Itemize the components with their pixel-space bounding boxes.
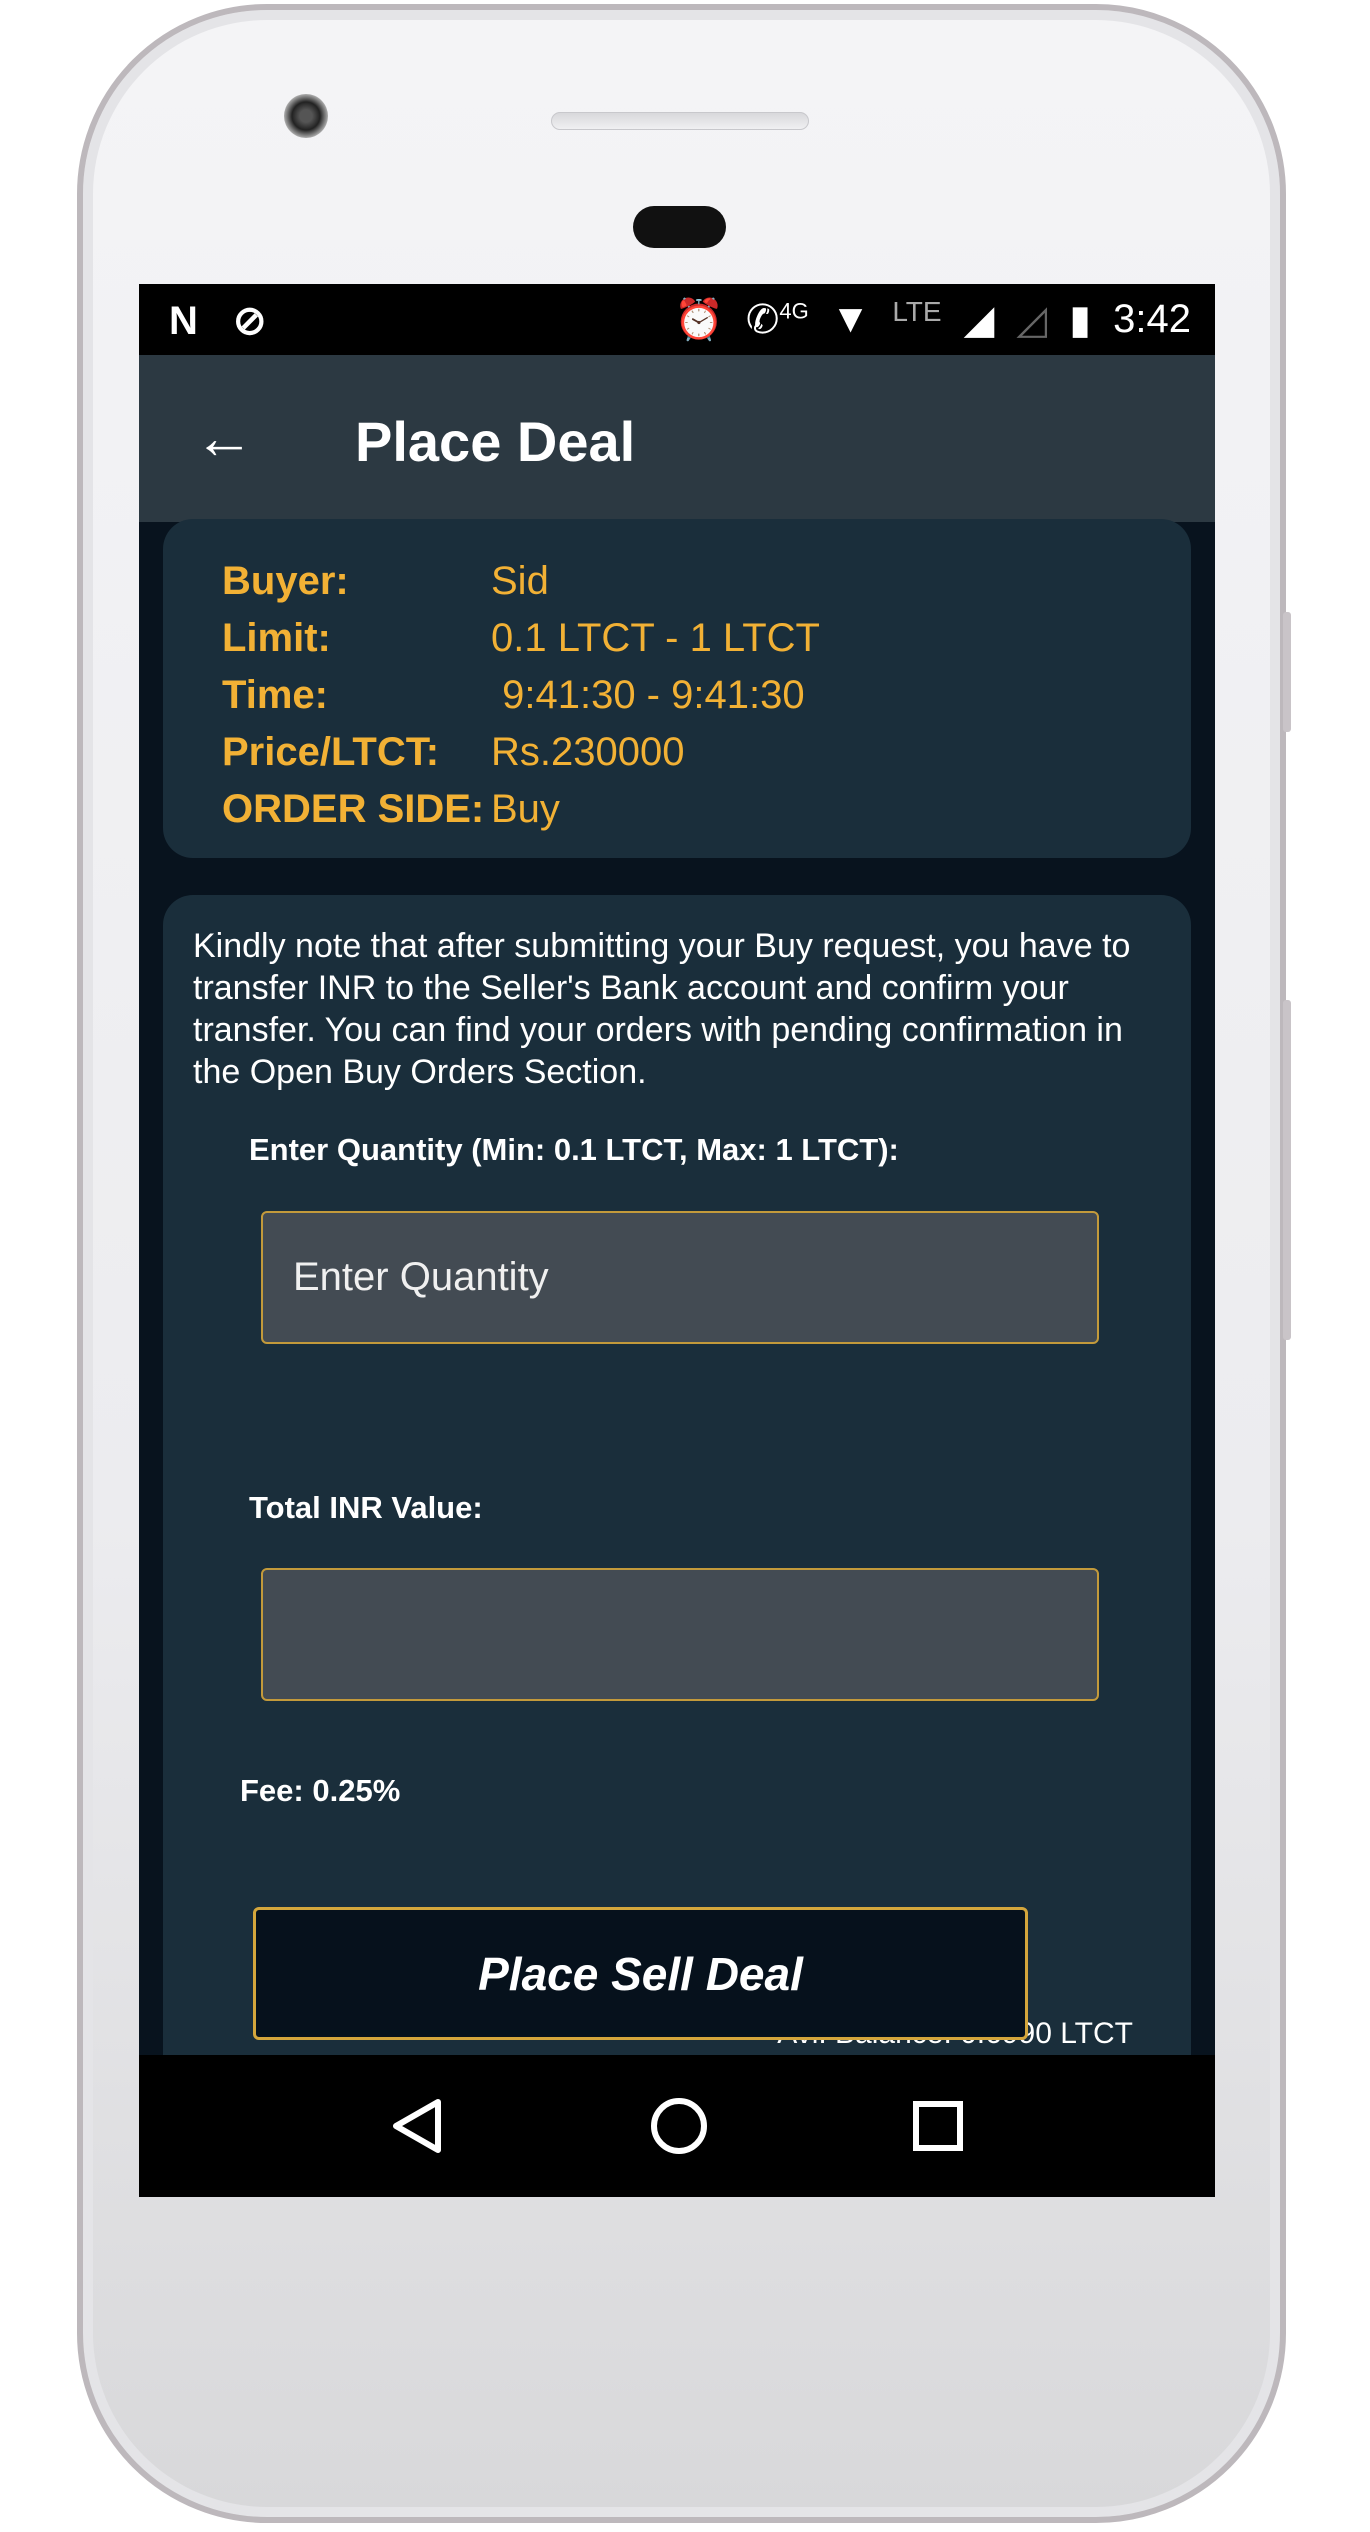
info-row-time: Time: 9:41:30 - 9:41:30 [222,667,1191,724]
app-bar: ← Place Deal [139,355,1215,522]
info-value: 9:41:30 - 9:41:30 [491,673,805,717]
info-key: Buyer: [222,559,349,603]
quantity-label: Enter Quantity (Min: 0.1 LTCT, Max: 1 LT… [249,1132,899,1167]
place-sell-deal-button[interactable]: Place Sell Deal [253,1907,1028,2040]
n-logo-icon: N [169,299,198,343]
info-key: Limit: [222,616,331,660]
info-key: ORDER SIDE: [222,787,485,831]
alarm-icon: ⏰ [674,298,724,342]
signal-icon: ◢ [963,297,995,342]
info-row-limit: Limit: 0.1 LTCT - 1 LTCT [222,610,1191,667]
info-row-order-side: ORDER SIDE: Buy [222,781,1191,838]
status-right: ⏰ ✆4G ▼ LTE ◢ ◿ ▮ 3:42 [674,296,1191,343]
earpiece-speaker [551,112,809,130]
total-inr-input[interactable] [261,1568,1099,1701]
order-form-card: Kindly note that after submitting your B… [163,895,1191,2197]
info-value: 0.1 LTCT - 1 LTCT [491,616,820,660]
data-icon: ▼ [830,297,871,341]
page-title: Place Deal [355,410,636,473]
volume-button [1283,612,1291,732]
deal-info-card: Buyer: Sid Limit: 0.1 LTCT - 1 LTCT Time: … [163,519,1191,858]
signal-empty-icon: ◿ [1016,297,1048,342]
fee-label: Fee: 0.25% [240,1773,401,1808]
info-key: Price/LTCT: [222,730,440,774]
home-circle-icon[interactable] [649,2096,709,2156]
quantity-input[interactable] [261,1211,1099,1344]
info-row-price: Price/LTCT: Rs.230000 [222,724,1191,781]
status-left: N ⊘ [169,298,267,344]
navigation-bar [139,2055,1215,2197]
back-triangle-icon[interactable] [390,2098,446,2154]
lte-label: LTE [892,296,942,327]
buy-note: Kindly note that after submitting your B… [193,927,1131,1091]
screen: N ⊘ ⏰ ✆4G ▼ LTE ◢ ◿ ▮ 3:42 ← Place Deal … [139,284,1215,2197]
wifi-call-icon: ✆4G [745,297,809,342]
network-label: 4G [779,298,809,324]
info-key: Time: [222,673,328,717]
info-value: Buy [491,787,560,831]
power-button [1283,1000,1291,1340]
clock: 3:42 [1113,297,1191,341]
arrow-left-icon[interactable]: ← [194,403,254,472]
status-bar: N ⊘ ⏰ ✆4G ▼ LTE ◢ ◿ ▮ 3:42 [139,284,1215,355]
recents-square-icon[interactable] [912,2100,964,2152]
info-value: Sid [491,559,549,603]
proximity-sensor [633,206,726,248]
front-camera [284,94,328,138]
info-value: Rs.230000 [491,730,685,774]
sync-off-icon: ⊘ [233,299,267,343]
battery-charging-icon: ▮ [1069,297,1092,342]
total-inr-label: Total INR Value: [249,1490,483,1525]
info-row-buyer: Buyer: Sid [222,553,1191,610]
